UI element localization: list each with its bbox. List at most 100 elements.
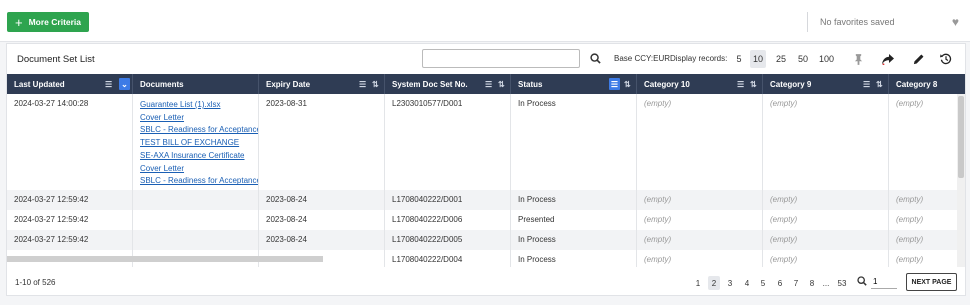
page-number-input[interactable]: [871, 275, 897, 289]
column-header-category-9[interactable]: Category 9 ☰ ⇅: [763, 74, 889, 94]
cell-documents: [133, 230, 259, 250]
page-link-8[interactable]: 8: [806, 276, 818, 290]
next-page-button[interactable]: NEXT PAGE: [906, 273, 957, 291]
sort-icon[interactable]: ⇅: [750, 78, 757, 90]
sort-icon[interactable]: ⇅: [876, 78, 883, 90]
cell-documents: [133, 190, 259, 210]
document-link[interactable]: SBLC - Readiness for Acceptance Notice: [140, 124, 258, 137]
cell-category-9: (empty): [763, 250, 889, 267]
page-link-53[interactable]: 53: [836, 276, 848, 290]
cell-status: In Process: [511, 250, 637, 267]
sort-icon[interactable]: ⇅: [372, 78, 379, 90]
edit-icon[interactable]: [910, 50, 926, 68]
filter-icon[interactable]: ☰: [737, 78, 744, 90]
table-body: 2024-03-27 14:00:28 Guarantee List (1).x…: [7, 94, 957, 267]
more-criteria-button[interactable]: + More Criteria: [7, 12, 90, 32]
document-link[interactable]: Cover Letter: [140, 163, 251, 176]
cell-category-10: (empty): [637, 210, 763, 230]
cell-category-8: (empty): [896, 255, 924, 264]
cell-status: In Process: [511, 94, 637, 190]
table-row[interactable]: 2024-03-27 12:59:42 2023-08-24 L17080402…: [7, 210, 957, 230]
favorites-dropdown[interactable]: No favorites saved ♥: [807, 12, 967, 32]
search-icon: [589, 53, 601, 64]
horizontal-scrollbar[interactable]: [7, 256, 323, 262]
cell-last-updated: 2024-03-27 12:59:42: [7, 210, 133, 230]
page-link-7[interactable]: 7: [790, 276, 802, 290]
display-option-5[interactable]: 5: [731, 50, 747, 68]
cell-documents: Guarantee List (1).xlsx Cover Letter SBL…: [133, 94, 259, 190]
plus-icon: +: [15, 14, 23, 30]
column-header-status[interactable]: Status ☰ ⇅: [511, 74, 637, 94]
filter-icon[interactable]: ☰: [105, 78, 112, 90]
filter-active-icon[interactable]: ☰: [609, 78, 620, 90]
cell-system-doc-set-no: L1708040222/D006: [385, 210, 511, 230]
search-button[interactable]: [585, 49, 605, 68]
page-link-2[interactable]: 2: [708, 276, 720, 290]
document-link[interactable]: Cover Letter: [140, 112, 251, 125]
cell-category-10: (empty): [637, 94, 763, 190]
panel-title: Document Set List: [17, 54, 95, 65]
column-header-expiry-date[interactable]: Expiry Date ☰ ⇅: [259, 74, 385, 94]
document-link[interactable]: Guarantee List (1).xlsx: [140, 99, 251, 112]
table-row[interactable]: 2024-03-27 14:00:28 Guarantee List (1).x…: [7, 94, 957, 190]
record-count: 1-10 of 526: [15, 278, 56, 287]
top-bar: + More Criteria No favorites saved ♥: [0, 0, 970, 42]
document-link[interactable]: TEST BILL OF EXCHANGE: [140, 137, 251, 150]
cell-status: In Process: [511, 190, 637, 210]
cell-expiry-date: 2023-08-24: [259, 190, 385, 210]
column-header-category-8[interactable]: Category 8: [889, 74, 965, 94]
column-header-category-10[interactable]: Category 10 ☰ ⇅: [637, 74, 763, 94]
share-icon[interactable]: [880, 50, 896, 68]
favorites-text: No favorites saved: [820, 17, 895, 27]
display-option-25[interactable]: 25: [773, 50, 789, 68]
pin-icon[interactable]: [850, 50, 866, 68]
page-link-6[interactable]: 6: [774, 276, 786, 290]
display-option-100[interactable]: 100: [816, 50, 837, 68]
cell-system-doc-set-no: L1708040222/D004: [385, 250, 511, 267]
page-link-3[interactable]: 3: [724, 276, 736, 290]
table-row[interactable]: 2024-03-27 12:59:42 2023-08-24 L17080402…: [7, 190, 957, 210]
panel-header: Document Set List Base CCY:EUR Display r…: [7, 44, 965, 74]
document-link[interactable]: SBLC - Readiness for Acceptance Notice: [140, 175, 258, 188]
cell-last-updated: 2024-03-27 12:59:42: [7, 190, 133, 210]
history-icon[interactable]: [938, 50, 954, 68]
base-ccy-label: Base CCY:EUR: [614, 54, 671, 63]
cell-category-9: (empty): [763, 94, 889, 190]
page-link-5[interactable]: 5: [757, 276, 769, 290]
cell-expiry-date: 2023-08-31: [259, 94, 385, 190]
cell-category-9: (empty): [763, 210, 889, 230]
cell-category-10: (empty): [637, 230, 763, 250]
cell-documents: [133, 210, 259, 230]
cell-category-9: (empty): [763, 230, 889, 250]
cell-expiry-date: 2023-08-24: [259, 210, 385, 230]
table-row[interactable]: 2024-03-27 12:59:42 2023-08-24 L17080402…: [7, 230, 957, 250]
display-option-50[interactable]: 50: [795, 50, 811, 68]
vertical-scrollbar[interactable]: [957, 94, 965, 267]
filter-icon[interactable]: ☰: [359, 78, 366, 90]
cell-status: In Process: [511, 230, 637, 250]
filter-icon[interactable]: ☰: [485, 78, 492, 90]
more-criteria-label: More Criteria: [28, 17, 82, 27]
filter-icon[interactable]: ☰: [863, 78, 870, 90]
pagination-footer: 1-10 of 526 1 2 3 4 5 6 7 8 ... 53 NEXT …: [7, 270, 965, 296]
column-header-last-updated[interactable]: Last Updated ☰ ⌄: [7, 74, 133, 94]
sort-icon[interactable]: ⇅: [498, 78, 505, 90]
column-header-system-doc-set-no[interactable]: System Doc Set No. ☰ ⇅: [385, 74, 511, 94]
cell-expiry-date: 2023-08-24: [259, 230, 385, 250]
display-option-10[interactable]: 10: [750, 50, 767, 68]
sort-desc-icon[interactable]: ⌄: [119, 78, 130, 90]
heart-icon[interactable]: ♥: [952, 15, 959, 29]
cell-status: Presented: [511, 210, 637, 230]
page-ellipsis: ...: [822, 278, 830, 288]
cell-system-doc-set-no: L1708040222/D005: [385, 230, 511, 250]
scrollbar-thumb[interactable]: [958, 96, 964, 178]
page-search-icon: [857, 276, 867, 288]
display-records-label: Display records:: [670, 54, 728, 63]
page-link-1[interactable]: 1: [692, 276, 704, 290]
search-input[interactable]: [422, 49, 580, 68]
sort-icon[interactable]: ⇅: [624, 78, 631, 90]
document-link[interactable]: SE-AXA Insurance Certificate: [140, 150, 251, 163]
page-link-4[interactable]: 4: [741, 276, 753, 290]
table-header: Last Updated ☰ ⌄ Documents Expiry Date ☰…: [7, 74, 965, 94]
column-header-documents[interactable]: Documents: [133, 74, 259, 94]
